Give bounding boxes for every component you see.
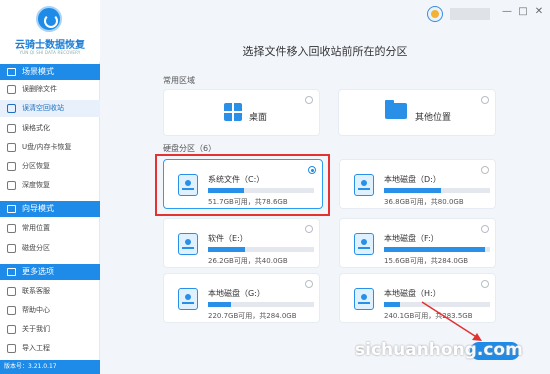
- radio-button[interactable]: [481, 166, 489, 174]
- close-icon[interactable]: ✕: [532, 5, 546, 19]
- location-card-other[interactable]: 其他位置: [338, 89, 496, 136]
- file-icon: [7, 85, 16, 94]
- redacted-username: [450, 8, 490, 20]
- radio-button[interactable]: [481, 96, 489, 104]
- maximize-icon[interactable]: □: [516, 5, 530, 19]
- disk-card-d[interactable]: 本地磁盘（D:） 36.8GB可用，共80.0GB: [339, 159, 496, 209]
- disk-card-f[interactable]: 本地磁盘（F:） 15.6GB可用，共284.0GB: [339, 218, 496, 268]
- usage-bar: [384, 188, 490, 193]
- hard-drive-icon: [178, 286, 198, 312]
- disk-card-c[interactable]: 系统文件（C:） 51.7GB可用，共78.6GB: [163, 159, 323, 209]
- minimize-icon[interactable]: —: [500, 5, 514, 19]
- sidebar-item-help[interactable]: 帮助中心: [0, 302, 100, 319]
- scene-mode-icon: [7, 68, 16, 76]
- sidebar-item-disk-partition[interactable]: 磁盘分区: [0, 240, 100, 257]
- disk-stat: 36.8GB可用，共80.0GB: [384, 198, 464, 206]
- user-avatar[interactable]: [427, 6, 443, 22]
- disk-stat: 220.7GB可用，共284.0GB: [208, 312, 297, 320]
- sidebar-item-partition[interactable]: 分区恢复: [0, 158, 100, 175]
- sidebar-item-common-location[interactable]: 常用位置: [0, 220, 100, 237]
- folder-icon: [385, 100, 407, 119]
- import-icon: [7, 344, 16, 353]
- location-label: 桌面: [249, 113, 268, 123]
- disk-name: 本地磁盘（D:）: [384, 175, 441, 184]
- radio-button[interactable]: [305, 280, 313, 288]
- version-label: 版本号：3.21.0.17: [0, 360, 100, 374]
- radio-button[interactable]: [305, 225, 313, 233]
- sidebar-item-about[interactable]: 关于我们: [0, 321, 100, 338]
- usage-bar: [208, 302, 314, 307]
- logo-icon: [36, 6, 62, 32]
- deep-scan-icon: [7, 181, 16, 190]
- hard-drive-icon: [354, 172, 374, 198]
- windows-icon: [224, 103, 242, 121]
- sidebar-item-usb[interactable]: U盘/内存卡恢复: [0, 139, 100, 156]
- disk-name: 本地磁盘（F:）: [384, 234, 439, 243]
- disk-name: 本地磁盘（G:）: [208, 289, 265, 298]
- disk-stat: 15.6GB可用，共284.0GB: [384, 257, 469, 265]
- usb-icon: [7, 143, 16, 152]
- hard-drive-icon: [354, 231, 374, 257]
- sidebar: 云骑士数据恢复 YUN QI SHI DATA RECOVERY 场景模式 误删…: [0, 0, 100, 374]
- app-logo: 云骑士数据恢复 YUN QI SHI DATA RECOVERY: [0, 0, 100, 62]
- disk-name: 本地磁盘（H:）: [384, 289, 441, 298]
- usage-bar: [384, 247, 490, 252]
- radio-button[interactable]: [481, 225, 489, 233]
- sidebar-item-format[interactable]: 误格式化: [0, 120, 100, 137]
- disk-name: 软件（E:）: [208, 234, 248, 243]
- hard-drive-icon: [354, 286, 374, 312]
- common-area-label: 常用区域: [163, 76, 195, 85]
- page-title: 选择文件移入回收站前所在的分区: [242, 45, 408, 58]
- watermark-text: sichuanhong.com: [355, 340, 523, 360]
- location-icon: [7, 224, 16, 233]
- radio-button[interactable]: [305, 96, 313, 104]
- help-icon: [7, 306, 16, 315]
- location-label: 其他位置: [415, 113, 452, 123]
- disk-card-g[interactable]: 本地磁盘（G:） 220.7GB可用，共284.0GB: [163, 273, 320, 323]
- disk-name: 系统文件（C:）: [208, 175, 265, 184]
- section-wizard-mode: 向导模式: [0, 201, 100, 217]
- disk-stat: 26.2GB可用，共40.0GB: [208, 257, 288, 265]
- app-subtitle: YUN QI SHI DATA RECOVERY: [19, 50, 81, 55]
- partition-icon: [7, 162, 16, 171]
- usage-bar: [208, 247, 314, 252]
- disk-partition-label: 硬盘分区（6）: [163, 144, 217, 153]
- location-card-desktop[interactable]: 桌面: [163, 89, 320, 136]
- wizard-mode-icon: [7, 205, 16, 213]
- format-icon: [7, 124, 16, 133]
- support-icon: [7, 287, 16, 296]
- app-title: 云骑士数据恢复: [15, 40, 85, 51]
- more-options-icon: [7, 268, 16, 276]
- sidebar-item-import[interactable]: 导入工程: [0, 340, 100, 357]
- sidebar-item-deleted-files[interactable]: 误删除文件: [0, 81, 100, 98]
- disk-stat: 51.7GB可用，共78.6GB: [208, 198, 288, 206]
- radio-button[interactable]: [481, 280, 489, 288]
- disk-icon: [7, 244, 16, 253]
- usage-bar: [208, 188, 314, 193]
- recycle-bin-icon: [7, 104, 16, 113]
- info-icon: [7, 325, 16, 334]
- hard-drive-icon: [178, 172, 198, 198]
- section-scene-mode: 场景模式: [0, 64, 100, 80]
- section-more-options: 更多选项: [0, 264, 100, 280]
- sidebar-item-deep[interactable]: 深度恢复: [0, 177, 100, 194]
- radio-button-selected[interactable]: [308, 166, 316, 174]
- disk-card-e[interactable]: 软件（E:） 26.2GB可用，共40.0GB: [163, 218, 320, 268]
- hard-drive-icon: [178, 231, 198, 257]
- sidebar-item-recycle-bin[interactable]: 误清空回收站: [0, 100, 100, 117]
- sidebar-item-support[interactable]: 联系客服: [0, 283, 100, 300]
